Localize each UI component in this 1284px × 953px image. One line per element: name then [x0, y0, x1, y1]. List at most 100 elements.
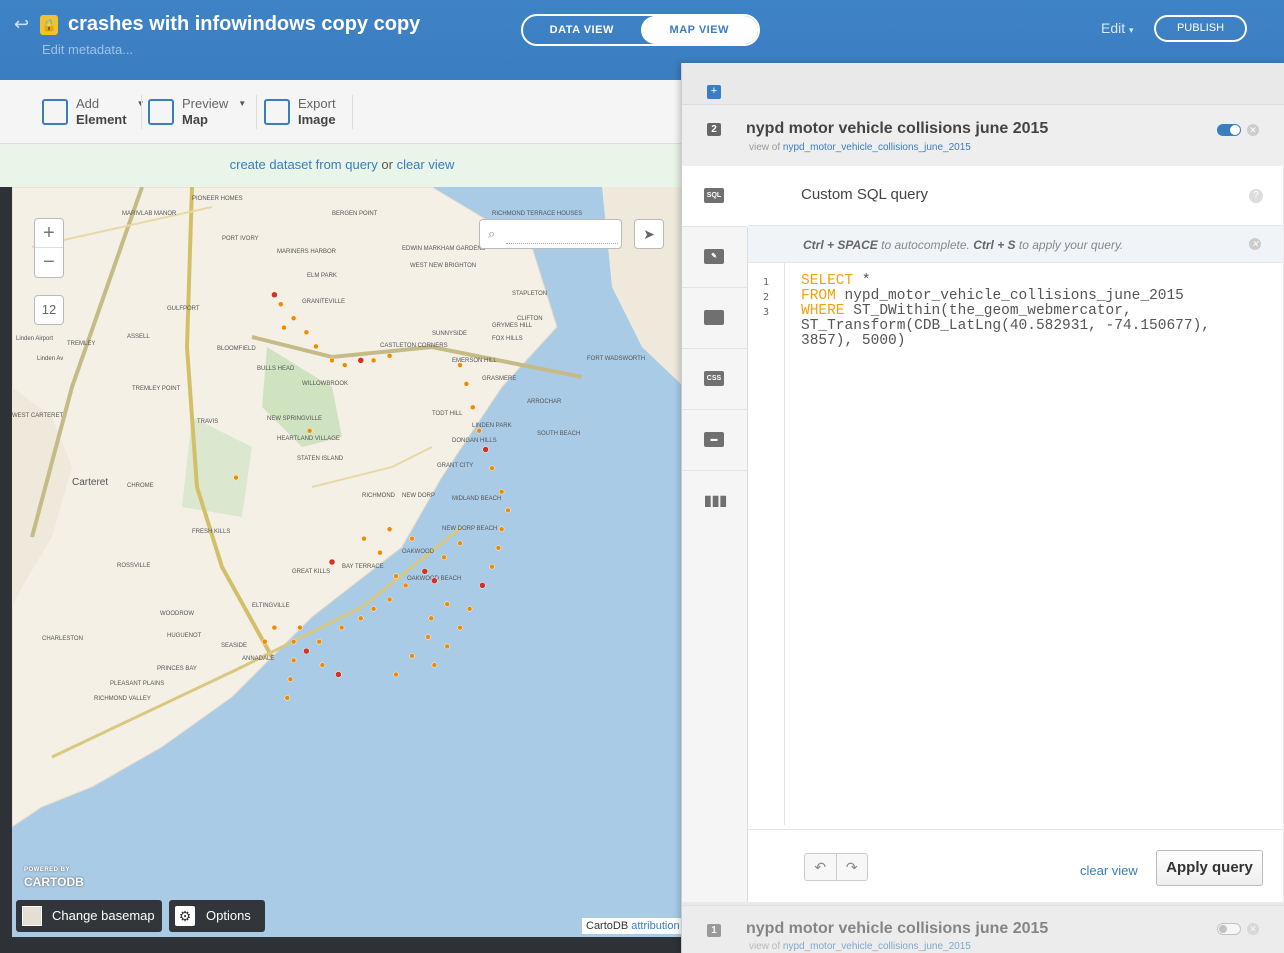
- layer-1-header[interactable]: 1 nypd motor vehicle collisions june 201…: [682, 905, 1284, 953]
- sql-tab[interactable]: SQL: [682, 166, 748, 227]
- css-tab[interactable]: CSS: [682, 349, 748, 410]
- collision-point[interactable]: [505, 507, 511, 514]
- map-options-button[interactable]: ⚙ Options: [169, 900, 265, 932]
- collision-point[interactable]: [271, 291, 278, 299]
- collision-point[interactable]: [313, 343, 319, 350]
- close-icon[interactable]: ✕: [1247, 923, 1259, 935]
- collision-point[interactable]: [328, 558, 336, 566]
- collision-point[interactable]: [476, 428, 482, 434]
- collision-point[interactable]: [444, 601, 450, 607]
- collision-point[interactable]: [393, 671, 399, 678]
- collision-point[interactable]: [489, 563, 495, 570]
- legend-tab[interactable]: ▬: [682, 410, 748, 471]
- collision-point[interactable]: [357, 357, 365, 364]
- edit-metadata-link[interactable]: Edit metadata...: [42, 42, 133, 57]
- layer-2-name[interactable]: nypd motor vehicle collisions june 2015: [746, 120, 1048, 138]
- wizard-tab[interactable]: ✎: [682, 227, 748, 288]
- collision-point[interactable]: [482, 446, 489, 453]
- collision-point[interactable]: [306, 428, 313, 434]
- preview-map-button[interactable]: Preview Map ▼: [148, 96, 246, 128]
- collision-point[interactable]: [463, 381, 470, 387]
- layer-1-visibility-toggle[interactable]: [1217, 923, 1241, 935]
- collision-point[interactable]: [402, 582, 409, 589]
- clear-view-link[interactable]: clear view: [397, 157, 455, 172]
- redo-icon[interactable]: ↷: [837, 854, 868, 880]
- collision-point[interactable]: [303, 329, 310, 336]
- collision-point[interactable]: [457, 362, 463, 368]
- collision-point[interactable]: [421, 568, 429, 575]
- zoom-out-button[interactable]: −: [35, 248, 63, 277]
- collision-point[interactable]: [409, 653, 415, 659]
- add-element-button[interactable]: AddElement ▼: [42, 96, 145, 128]
- edit-menu[interactable]: Edit ▾: [1101, 20, 1134, 36]
- collision-point[interactable]: [271, 624, 278, 631]
- layer-2-header[interactable]: 2 nypd motor vehicle collisions june 201…: [682, 104, 1284, 166]
- collision-point[interactable]: [386, 353, 393, 359]
- create-dataset-link[interactable]: create dataset from query: [230, 157, 378, 172]
- collision-point[interactable]: [441, 554, 447, 561]
- collision-point[interactable]: [386, 596, 393, 603]
- collision-point[interactable]: [316, 638, 322, 645]
- collision-point[interactable]: [358, 615, 364, 622]
- collision-point[interactable]: [233, 474, 239, 481]
- collision-point[interactable]: [342, 362, 348, 368]
- collision-point[interactable]: [386, 526, 393, 532]
- collision-point[interactable]: [303, 647, 310, 655]
- collision-point[interactable]: [290, 638, 297, 645]
- collision-point[interactable]: [457, 624, 463, 631]
- clear-view-button[interactable]: clear view: [1080, 863, 1138, 878]
- locate-arrow-icon[interactable]: ➤: [634, 219, 664, 249]
- collision-point[interactable]: [290, 657, 297, 664]
- collision-point[interactable]: [287, 676, 294, 682]
- undo-icon[interactable]: ↶: [805, 854, 837, 880]
- collision-point[interactable]: [281, 324, 287, 331]
- collision-point[interactable]: [319, 662, 326, 668]
- data-view-tab[interactable]: DATA VIEW: [523, 16, 641, 44]
- infowindow-tab[interactable]: [682, 288, 748, 349]
- zoom-in-button[interactable]: +: [35, 219, 63, 248]
- collision-point[interactable]: [290, 315, 297, 321]
- collision-point[interactable]: [335, 671, 342, 678]
- lock-icon[interactable]: 🔒: [40, 15, 58, 35]
- collision-point[interactable]: [431, 662, 438, 668]
- layer-1-table-link[interactable]: nypd_motor_vehicle_collisions_june_2015: [783, 941, 971, 952]
- collision-point[interactable]: [479, 582, 486, 589]
- collision-point[interactable]: [370, 606, 377, 612]
- export-image-button[interactable]: Export Image: [264, 96, 336, 128]
- layer-2-table-link[interactable]: nypd_motor_vehicle_collisions_june_2015: [783, 142, 971, 153]
- change-basemap-button[interactable]: Change basemap: [16, 900, 162, 932]
- collision-point[interactable]: [425, 634, 431, 640]
- attribution-link[interactable]: attribution: [631, 920, 679, 932]
- collision-point[interactable]: [428, 615, 434, 622]
- sql-code-area[interactable]: SELECT * FROM nypd_motor_vehicle_collisio…: [801, 274, 1271, 349]
- collision-point[interactable]: [409, 535, 415, 542]
- collision-point[interactable]: [444, 643, 450, 650]
- collision-point[interactable]: [466, 606, 473, 612]
- collision-point[interactable]: [329, 357, 335, 364]
- collision-point[interactable]: [278, 301, 284, 307]
- collision-point[interactable]: [370, 357, 377, 364]
- layer-2-visibility-toggle[interactable]: [1217, 124, 1241, 136]
- collision-point[interactable]: [498, 488, 505, 495]
- map-canvas[interactable]: PIONEER HOMES MARIVLAB MANOR PORT IVORY BER…: [12, 187, 684, 937]
- close-icon[interactable]: ✕: [1247, 124, 1259, 136]
- collision-point[interactable]: [498, 526, 505, 532]
- collision-point[interactable]: [338, 624, 345, 631]
- collision-point[interactable]: [393, 573, 399, 579]
- collision-point[interactable]: [262, 638, 268, 645]
- map-title[interactable]: crashes with infowindows copy copy: [68, 13, 420, 36]
- publish-button[interactable]: PUBLISH: [1154, 15, 1247, 42]
- map-search-input[interactable]: [506, 226, 618, 244]
- apply-query-button[interactable]: Apply query: [1156, 850, 1263, 886]
- collision-point[interactable]: [431, 577, 438, 584]
- collision-point[interactable]: [377, 549, 383, 556]
- collision-point[interactable]: [361, 535, 367, 542]
- layer-1-name[interactable]: nypd motor vehicle collisions june 2015: [746, 920, 1048, 938]
- collision-point[interactable]: [457, 540, 463, 547]
- map-view-tab[interactable]: MAP VIEW: [640, 16, 758, 44]
- collision-point[interactable]: [495, 545, 502, 551]
- collision-point[interactable]: [489, 465, 495, 471]
- add-layer-button[interactable]: +: [707, 85, 721, 99]
- close-icon[interactable]: ✕: [1249, 238, 1261, 250]
- collision-point[interactable]: [284, 695, 290, 701]
